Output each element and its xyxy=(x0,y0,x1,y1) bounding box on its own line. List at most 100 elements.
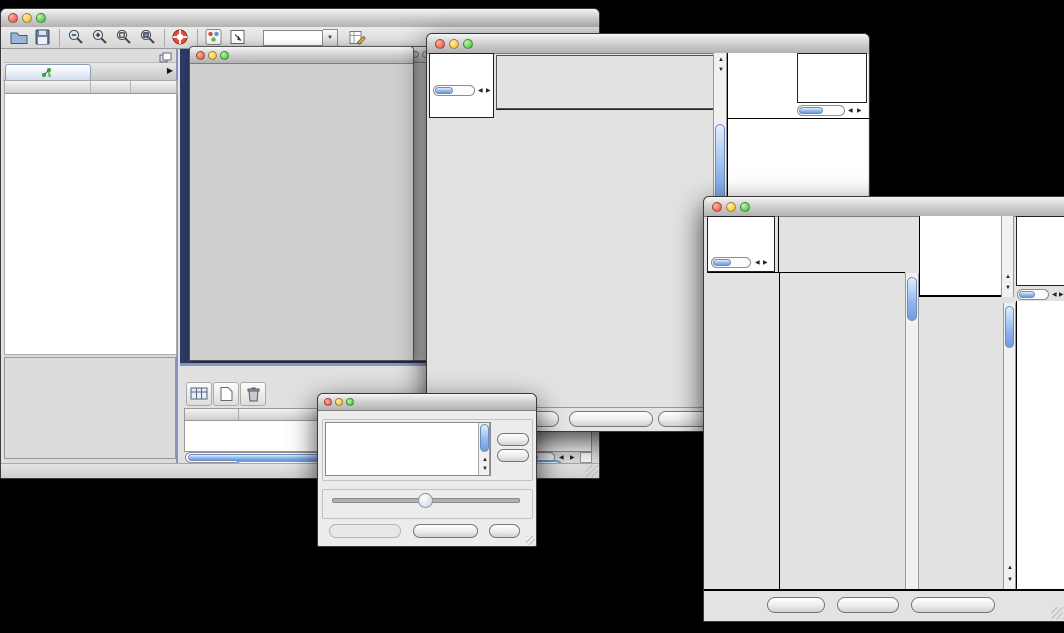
gene-list[interactable] xyxy=(1016,301,1064,591)
usage-hints-scrollbar[interactable] xyxy=(797,105,845,116)
new-attribute-icon[interactable] xyxy=(213,382,239,406)
view-status-panel: ◀ ▶ xyxy=(707,216,775,272)
row-dendrogram[interactable] xyxy=(707,273,778,591)
control-panel: ▶ xyxy=(3,49,178,464)
close-icon[interactable] xyxy=(8,13,18,23)
scroll-left-icon[interactable]: ◀ xyxy=(848,108,853,114)
heatmap-canvas[interactable] xyxy=(496,109,713,409)
search-input[interactable] xyxy=(263,30,323,46)
scroll-up-icon[interactable]: ▲ xyxy=(718,57,724,63)
create-vizmap-button[interactable] xyxy=(413,524,478,538)
scroll-right-icon[interactable]: ▶ xyxy=(570,455,575,461)
scroll-left-icon[interactable]: ◀ xyxy=(755,260,760,266)
tab-vizmapper[interactable] xyxy=(93,64,163,79)
zoom-in-icon[interactable] xyxy=(88,28,112,48)
scroll-right-icon[interactable]: ▶ xyxy=(486,88,491,94)
resize-grip[interactable] xyxy=(1051,607,1063,619)
zoom-window-icon[interactable] xyxy=(463,39,473,49)
minimize-icon[interactable] xyxy=(726,202,736,212)
network-tab-icon xyxy=(41,67,52,78)
column-dendrogram[interactable] xyxy=(496,55,715,109)
column-labels-scrollbar[interactable]: ▲ ▼ xyxy=(1001,216,1014,297)
scroll-down-icon[interactable]: ▼ xyxy=(1007,577,1013,583)
export-graphics-button[interactable] xyxy=(569,411,653,427)
save-data-button[interactable] xyxy=(837,597,899,613)
zoom-window-icon[interactable] xyxy=(220,51,229,60)
animate-vizmap-button[interactable] xyxy=(329,524,401,538)
tab-network[interactable] xyxy=(5,64,91,81)
main-title-bar[interactable] xyxy=(1,9,599,28)
selected-genes-matrix[interactable] xyxy=(730,121,780,169)
vizmapper-icon[interactable] xyxy=(202,28,226,48)
minimize-icon[interactable] xyxy=(22,13,32,23)
column-labels-panel xyxy=(919,216,1001,297)
heatmap-canvas[interactable] xyxy=(779,273,906,591)
move-up-button[interactable] xyxy=(497,433,529,446)
animation-slider-thumb[interactable] xyxy=(418,493,433,508)
zoom-out-icon[interactable] xyxy=(64,28,88,48)
move-down-button[interactable] xyxy=(497,449,529,462)
view-status-scrollbar[interactable] xyxy=(433,85,475,96)
data-col-id[interactable] xyxy=(185,409,239,421)
help-icon[interactable] xyxy=(169,28,193,48)
column-dendrogram[interactable] xyxy=(778,216,906,272)
zoom-selected-icon[interactable] xyxy=(136,28,160,48)
zoom-fit-icon[interactable] xyxy=(112,28,136,48)
row-dendrogram[interactable] xyxy=(429,109,493,408)
scroll-down-icon[interactable]: ▼ xyxy=(1005,285,1011,291)
close-icon[interactable] xyxy=(435,39,445,49)
close-icon[interactable] xyxy=(196,51,205,60)
minimize-icon[interactable] xyxy=(335,398,343,406)
scroll-right-icon[interactable]: ▶ xyxy=(1059,292,1064,298)
settings-button[interactable] xyxy=(767,597,825,613)
done-button[interactable] xyxy=(489,524,520,538)
attribute-list[interactable] xyxy=(325,422,491,476)
close-icon[interactable] xyxy=(712,202,722,212)
attribute-list-scrollbar[interactable]: ▲ ▼ xyxy=(478,423,490,475)
resize-grip[interactable] xyxy=(526,536,535,545)
annotation-icon[interactable] xyxy=(226,28,250,48)
network-canvas[interactable] xyxy=(190,63,413,360)
scroll-left-icon[interactable]: ◀ xyxy=(478,88,483,94)
desktop: ▼ ▶ xyxy=(0,0,1064,633)
global-vscrollbar[interactable]: ▲ ▼ xyxy=(1003,303,1016,591)
network-table-header[interactable] xyxy=(5,81,176,94)
scroll-right-icon[interactable]: ▶ xyxy=(763,260,768,266)
scroll-right-icon[interactable]: ▶ xyxy=(857,108,862,114)
minimize-icon[interactable] xyxy=(449,39,459,49)
view-status-scrollbar[interactable] xyxy=(711,257,751,268)
usage-hints-panel xyxy=(1016,216,1064,286)
heatmap-vscrollbar[interactable] xyxy=(905,273,919,591)
search-dropdown-button[interactable]: ▼ xyxy=(323,29,338,47)
table-mode-icon[interactable] xyxy=(186,382,212,406)
scroll-up-icon[interactable]: ▲ xyxy=(1005,274,1011,280)
tab-overflow-arrow[interactable]: ▶ xyxy=(167,66,173,75)
scroll-up-icon[interactable]: ▲ xyxy=(1007,565,1013,571)
attribute-editor-icon[interactable] xyxy=(346,28,370,48)
close-icon[interactable] xyxy=(324,398,332,406)
usage-hints-scrollbar[interactable] xyxy=(1017,289,1049,300)
scroll-left-icon[interactable]: ◀ xyxy=(1052,292,1057,298)
usage-hints-panel xyxy=(797,53,867,103)
zoom-window-icon[interactable] xyxy=(346,398,354,406)
dialog-title-bar[interactable] xyxy=(318,394,536,411)
export-graphics-button[interactable] xyxy=(911,597,995,613)
minimize-icon[interactable] xyxy=(208,51,217,60)
treeview2-window: ◀ ▶ ▲ ▼ ◀ ▶ xyxy=(703,196,1064,622)
zoom-window-icon[interactable] xyxy=(36,13,46,23)
submatrix-column-labels xyxy=(730,53,796,117)
scroll-up-icon[interactable]: ▲ xyxy=(482,457,488,463)
scroll-down-icon[interactable]: ▼ xyxy=(718,67,724,73)
network-view-window xyxy=(189,46,414,361)
global-heatmap-canvas[interactable] xyxy=(921,303,1001,591)
zoom-window-icon[interactable] xyxy=(740,202,750,212)
treeview2-title-bar[interactable] xyxy=(704,197,1064,217)
scroll-down-icon[interactable]: ▼ xyxy=(482,466,488,472)
treeview1-title-bar[interactable] xyxy=(427,34,869,54)
resize-grip[interactable] xyxy=(586,465,598,477)
save-session-icon[interactable] xyxy=(31,28,55,48)
network-overview-panel[interactable] xyxy=(4,357,176,459)
delete-attribute-icon[interactable] xyxy=(240,382,266,406)
open-session-icon[interactable] xyxy=(7,28,31,48)
map-colors-dialog: ▲ ▼ xyxy=(317,393,537,547)
